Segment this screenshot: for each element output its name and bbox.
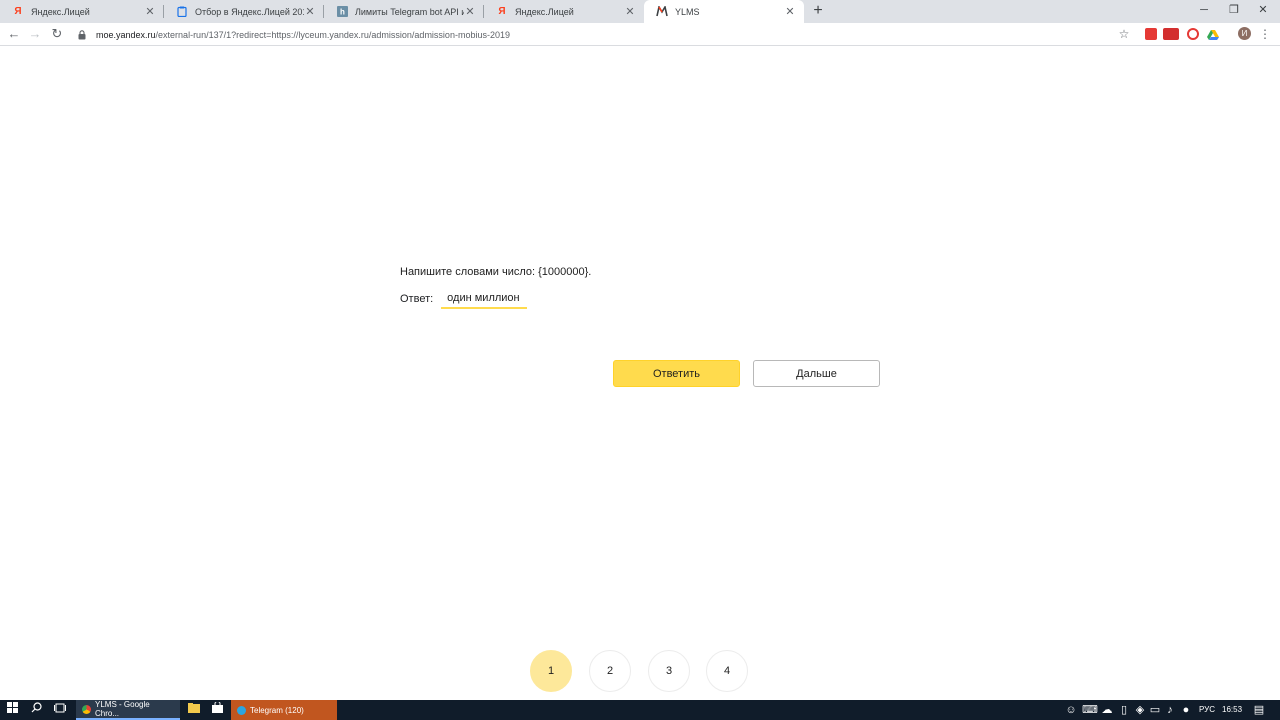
ylms-icon [656,6,668,18]
submit-answer-button[interactable]: Ответить [613,360,740,387]
close-icon[interactable]: ✕ [464,6,476,18]
tab-3[interactable]: h Лимиты Telegram bot API и раб ✕ [324,0,484,23]
new-tab-icon[interactable]: + [810,3,826,19]
profile-avatar[interactable]: И [1238,27,1251,40]
nvidia-icon[interactable]: ◈ [1132,702,1148,718]
tab-5-active[interactable]: YLMS ✕ [644,0,804,23]
keyboard-icon[interactable]: ⌨ [1082,702,1098,718]
cloud-icon[interactable]: ☁ [1099,702,1115,718]
clipboard-icon [176,6,188,18]
page-button-2[interactable]: 2 [589,650,631,692]
back-icon[interactable]: ← [6,26,22,42]
extension-wen-icon[interactable] [1163,28,1179,40]
windows-start-icon[interactable] [4,702,20,718]
answer-label: Ответ: [400,293,434,305]
windows-taskbar: YLMS - Google Chro... Telegram (120) ☺ ⌨… [0,700,1280,720]
tab-title: Яндекс.Лицей [31,6,90,17]
minimize-icon[interactable]: ─ [1195,2,1213,18]
close-icon[interactable]: ✕ [304,6,316,18]
page-button-4[interactable]: 4 [706,650,748,692]
extension-opera-icon[interactable] [1187,28,1199,40]
svg-text:h: h [340,8,345,17]
lock-icon [78,29,88,40]
question-pager: 1 2 3 4 [530,650,750,692]
tray-app-icon[interactable]: ● [1178,702,1194,718]
url-path: /external-run/137/1?redirect=https://lyc… [155,29,510,40]
volume-icon[interactable]: ♪ [1162,702,1178,718]
tab-1[interactable]: Я Яндекс.Лицей ✕ [0,0,164,23]
tab-title: Отбор в Яндекс.Лицей 2019 — [195,6,304,17]
taskbar-app-chrome[interactable]: YLMS - Google Chro... [76,700,180,720]
tab-title: Яндекс.Лицей [515,6,574,17]
close-icon[interactable]: ✕ [144,6,156,18]
tab-strip: Я Яндекс.Лицей ✕ Отбор в Яндекс.Лицей 20… [0,0,1280,23]
answer-input[interactable] [441,289,528,309]
extension-youtube-icon[interactable] [1145,28,1157,40]
yandex-icon: Я [14,6,22,17]
input-language[interactable]: РУС [1199,700,1215,720]
google-drive-icon[interactable] [1207,28,1219,40]
reload-icon[interactable]: ↻ [49,26,65,42]
taskbar-app-label: Telegram (120) [250,705,304,715]
telegram-icon [237,705,246,715]
page-button-3[interactable]: 3 [648,650,690,692]
address-bar[interactable]: moe.yandex.ru/external-run/137/1?redirec… [70,25,1140,44]
restore-icon[interactable]: ❐ [1225,2,1243,18]
taskbar-app-label: YLMS - Google Chro... [95,700,150,718]
store-icon[interactable] [209,701,225,718]
people-icon[interactable]: ☺ [1063,702,1079,718]
bookmark-star-icon[interactable]: ☆ [1117,26,1131,42]
menu-icon[interactable]: ⋮ [1259,26,1271,42]
question-text: Напишите словами число: {1000000}. [400,266,592,278]
clock-time[interactable]: 16:53 [1222,700,1242,720]
page-button-1[interactable]: 1 [530,650,572,692]
notifications-icon[interactable]: ▤ [1251,702,1267,718]
taskbar-app-telegram[interactable]: Telegram (120) [231,700,337,720]
yandex-icon: Я [498,6,506,17]
answer-row: Ответ: [400,289,528,309]
network-icon[interactable]: ▭ [1147,702,1163,718]
tab-title: YLMS [675,6,700,17]
tab-4[interactable]: Я Яндекс.Лицей ✕ [484,0,644,23]
usb-icon[interactable]: ▯ [1116,702,1132,718]
tab-title: Лимиты Telegram bot API и раб [355,6,464,17]
forward-icon[interactable]: → [27,26,43,42]
task-view-icon[interactable] [52,702,68,718]
close-icon[interactable]: ✕ [784,6,796,18]
browser-toolbar: ← → ↻ moe.yandex.ru/external-run/137/1?r… [0,23,1280,46]
search-icon[interactable] [28,702,44,718]
next-button[interactable]: Дальше [753,360,880,387]
close-icon[interactable]: ✕ [624,6,636,18]
habr-icon: h [336,6,348,18]
tab-2[interactable]: Отбор в Яндекс.Лицей 2019 — ✕ [164,0,324,23]
window-close-icon[interactable]: ✕ [1254,2,1272,18]
url-host: moe.yandex.ru [96,29,156,40]
chrome-icon [82,704,91,714]
file-explorer-icon[interactable] [186,702,202,718]
